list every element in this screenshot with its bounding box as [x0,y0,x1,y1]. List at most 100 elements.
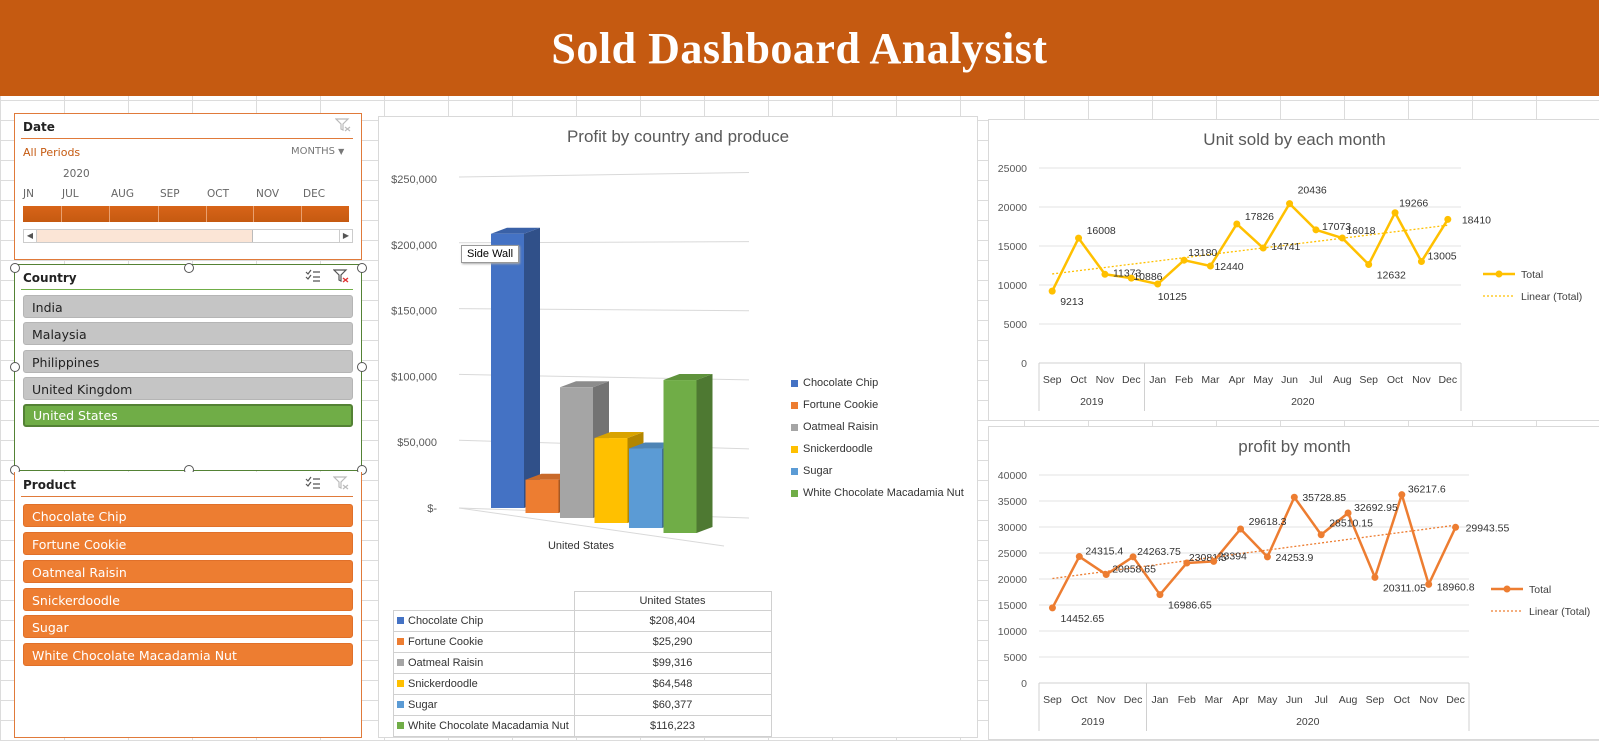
data-label: 35728.85 [1302,492,1346,504]
data-label: 20436 [1298,185,1327,197]
table-label-text: Fortune Cookie [408,636,484,648]
filter-clear-icon[interactable] [335,118,351,132]
bar [560,387,593,518]
x-tick-label: Feb [1175,374,1193,386]
x-tick-label: Feb [1178,694,1196,706]
y-tick-label: 35000 [998,496,1027,508]
resize-handle[interactable] [357,263,367,273]
legend-swatch [397,638,404,645]
data-point [1338,234,1346,242]
scroll-right-icon[interactable]: ▶ [339,230,352,242]
slicer-item-white-chocolate-macadamia-nut[interactable]: White Chocolate Macadamia Nut [23,643,353,666]
month-label: NOV [256,188,280,200]
table-label-text: Snickerdoodle [408,678,478,690]
time-level-dropdown[interactable]: MONTHS ▼ [291,146,344,157]
table-row: Sugar $60,377 [393,694,772,716]
x-tick-label: Jul [1314,694,1327,706]
y-tick-label: $200,000 [391,240,437,252]
y-tick-label: 15000 [998,600,1027,612]
slicer-item-chocolate-chip[interactable]: Chocolate Chip [23,504,353,527]
data-label: 24253.9 [1275,552,1313,564]
gridline [458,172,750,178]
legend-swatch [397,722,404,729]
x-tick-label: Jun [1281,374,1298,386]
bar-side [524,227,540,508]
data-point [1417,258,1425,266]
side-wall-tooltip: Side Wall [461,245,520,263]
dashboard-banner: Sold Dashboard Analysist [0,0,1599,96]
data-point [1154,280,1162,288]
product-slicer[interactable]: Product Chocolate Chip Fortune Cookie Oa… [14,472,362,738]
slicer-item-label: Sugar [32,620,69,635]
data-point [1233,220,1241,228]
multi-select-icon[interactable] [305,476,321,490]
data-point [1286,200,1294,208]
country-slicer-title: Country [23,271,77,285]
slicer-item-malaysia[interactable]: Malaysia [23,322,353,345]
data-point [1398,491,1406,499]
data-point [1425,580,1433,588]
data-point [1101,270,1109,278]
date-timeline-slicer[interactable]: Date All Periods MONTHS ▼ 2020 JN JUL AU… [14,113,362,260]
multi-select-icon[interactable] [305,269,321,283]
data-point [1452,523,1460,531]
slicer-item-united-kingdom[interactable]: United Kingdom [23,377,353,400]
data-point [1371,573,1379,581]
slicer-item-oatmeal-raisin[interactable]: Oatmeal Raisin [23,560,353,583]
slicer-item-snickerdoodle[interactable]: Snickerdoodle [23,588,353,611]
timeline-bar[interactable] [23,206,349,222]
resize-handle[interactable] [10,362,20,372]
profit-chart-panel[interactable]: Profit by country and produce $250,000 $2… [378,116,978,738]
y-tick-label: 0 [1021,678,1027,690]
legend-marker [1503,585,1511,593]
filter-clear-icon[interactable] [333,269,349,283]
legend-label: White Chocolate Macadamia Nut [803,487,964,499]
data-label: 23394 [1218,550,1247,562]
data-label: 13180 [1188,247,1217,259]
data-label: 14741 [1271,241,1300,253]
slicer-item-united-states[interactable]: United States [23,404,353,427]
resize-handle[interactable] [357,362,367,372]
table-cell-value: $99,316 [573,652,772,674]
y-tick-label: $- [427,503,437,515]
legend-label: Linear (Total) [1521,291,1582,303]
month-label: OCT [207,188,230,200]
units-chart-panel[interactable]: Unit sold by each month 0 5000 10000 15000 2… [988,119,1599,421]
filter-clear-icon[interactable] [333,476,349,490]
slicer-item-india[interactable]: India [23,295,353,318]
scroll-left-icon[interactable]: ◀ [24,230,37,242]
x-group-label: 2019 [1080,396,1104,408]
data-point [1075,234,1083,242]
profit-month-chart-panel[interactable]: profit by month 0 5000 10000 15000 20000 2500… [988,426,1599,740]
slicer-item-label: United Kingdom [32,382,133,397]
legend-swatch [397,701,404,708]
legend-swatch [791,489,798,497]
slicer-item-philippines[interactable]: Philippines [23,350,353,373]
y-tick-label: $150,000 [391,306,437,318]
data-point [1237,525,1245,533]
slicer-item-sugar[interactable]: Sugar [23,615,353,638]
legend-item: White Chocolate Macadamia Nut [791,482,964,504]
data-point [1290,493,1298,501]
bar [525,479,559,513]
data-label: 13005 [1427,251,1456,263]
data-label: 24315.4 [1085,546,1123,558]
legend-swatch [791,379,798,387]
table-row: Fortune Cookie $25,290 [393,631,772,653]
scroll-thumb[interactable] [252,230,339,242]
timeline-scrollbar[interactable]: ◀ ▶ [23,229,353,243]
country-slicer[interactable]: Country India Malaysia Philippines Unite… [14,264,362,471]
data-label: 14452.65 [1060,613,1104,625]
data-label: 18410 [1462,214,1491,226]
slicer-item-fortune-cookie[interactable]: Fortune Cookie [23,532,353,555]
table-row: White Chocolate Macadamia Nut $116,223 [393,715,772,737]
x-tick-label: Mar [1201,374,1220,386]
y-tick-label: 25000 [998,548,1027,560]
x-tick-label: Jan [1151,694,1168,706]
slicer-item-label: White Chocolate Macadamia Nut [32,648,237,663]
resize-handle[interactable] [184,263,194,273]
table-label-text: Chocolate Chip [408,615,484,627]
y-tick-label: 0 [1021,358,1027,370]
data-point [1259,244,1267,252]
resize-handle[interactable] [10,263,20,273]
